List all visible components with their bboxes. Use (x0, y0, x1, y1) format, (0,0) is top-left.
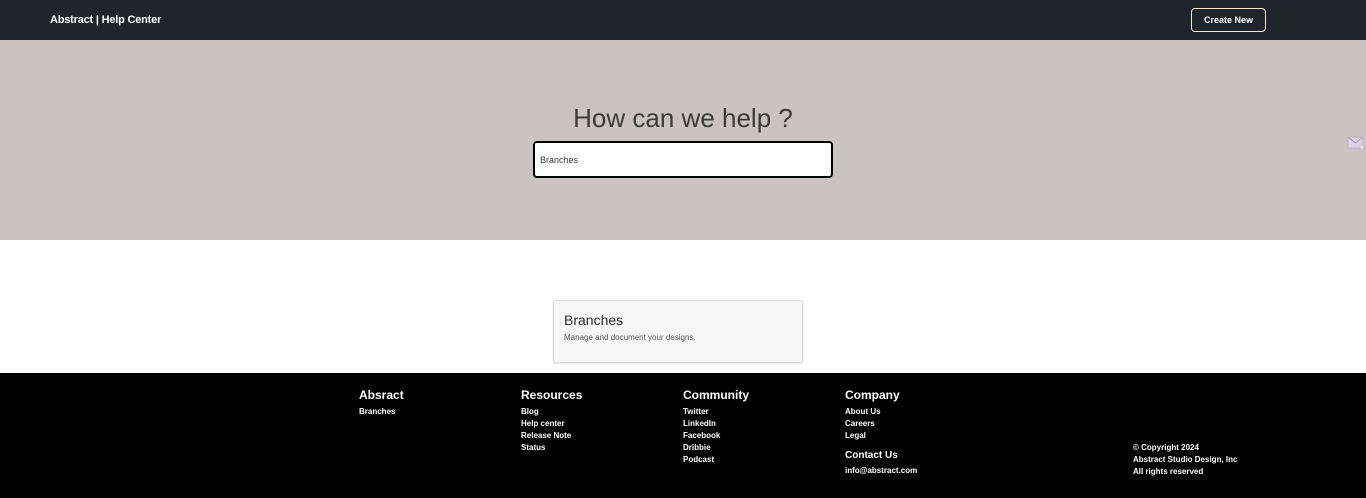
mail-icon[interactable] (1347, 134, 1365, 150)
footer-column-title: Community (683, 388, 749, 402)
hero-section: How can we help ? (0, 40, 1366, 240)
footer-link-status[interactable]: Status (521, 442, 582, 454)
contact-us-title: Contact Us (845, 450, 898, 461)
rights-line: All rights reserved (1133, 467, 1204, 476)
result-card-description: Manage and document your designs. (564, 333, 696, 342)
footer-link-about-us[interactable]: About Us (845, 406, 917, 418)
footer-link-facebook[interactable]: Facebook (683, 430, 749, 442)
footer-column-title: Company (845, 388, 900, 402)
footer-link-twitter[interactable]: Twitter (683, 406, 749, 418)
footer-link-podcast[interactable]: Podcast (683, 454, 749, 466)
footer-link-dribbble[interactable]: Dribbie (683, 442, 749, 454)
hero-title: How can we help ? (573, 103, 793, 133)
footer-link-help-center[interactable]: Help center (521, 418, 582, 430)
create-new-button[interactable]: Create New (1191, 8, 1266, 32)
footer-column-title: Resources (521, 388, 583, 402)
footer-column-title: Absract (359, 388, 404, 402)
footer-link-blog[interactable]: Blog (521, 406, 582, 418)
copyright-line: © Copyright 2024 (1133, 443, 1199, 452)
footer-link-branches[interactable]: Branches (359, 406, 404, 418)
top-navbar: Abstract | Help Center Create New (0, 0, 1366, 40)
footer-column-absract: Absract Branches (359, 388, 404, 418)
footer-link-linkedin[interactable]: LinkedIn (683, 418, 749, 430)
company-name-line: Abstract Studio Design, Inc (1133, 455, 1238, 464)
copyright-block: © Copyright 2024 Abstract Studio Design,… (1133, 442, 1237, 478)
result-card-branches[interactable]: Branches Manage and document your design… (553, 300, 803, 363)
footer-column-resources: Resources Blog Help center Release Note … (521, 388, 582, 454)
search-input[interactable] (533, 141, 833, 178)
footer-link-careers[interactable]: Careers (845, 418, 917, 430)
footer-link-release-note[interactable]: Release Note (521, 430, 582, 442)
brand-title[interactable]: Abstract | Help Center (50, 14, 161, 26)
footer-link-legal[interactable]: Legal (845, 430, 917, 442)
result-card-title: Branches (564, 312, 624, 328)
contact-email-link[interactable]: info@abstract.com (845, 465, 917, 477)
footer-column-community: Community Twitter LinkedIn Facebook Drib… (683, 388, 749, 466)
footer: Absract Branches Resources Blog Help cen… (0, 373, 1366, 498)
footer-column-company: Company About Us Careers Legal Contact U… (845, 388, 917, 477)
